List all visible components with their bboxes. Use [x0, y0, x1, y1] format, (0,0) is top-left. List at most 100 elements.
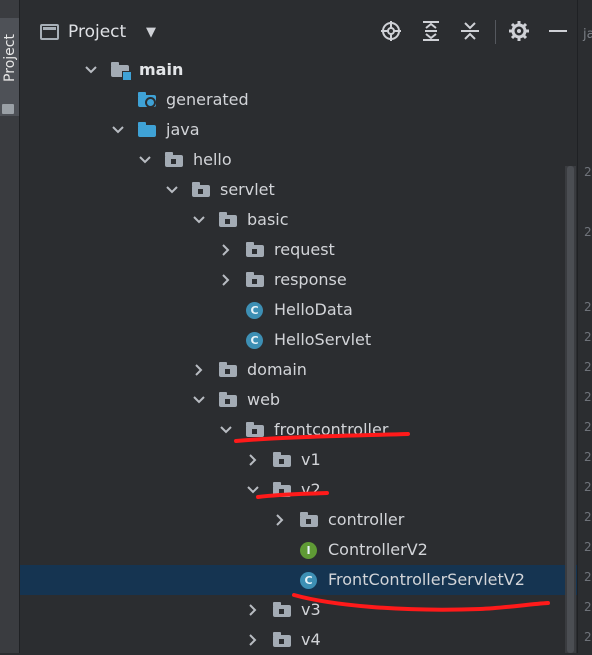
tree-item-label: basic	[247, 210, 289, 229]
source-folder-icon	[137, 122, 157, 138]
tree-item-label: hello	[193, 150, 232, 169]
chevron-right-icon[interactable]	[245, 452, 261, 468]
gutter-line-digit: 2	[584, 420, 592, 434]
gutter-line-digit: 2	[584, 600, 592, 614]
chevron-down-icon[interactable]	[218, 422, 234, 438]
gutter-line-digit: 2	[584, 165, 592, 179]
tree-row-main[interactable]: main	[20, 55, 565, 85]
tree-row-controllerv2[interactable]: I ControllerV2	[20, 535, 565, 565]
tree-item-label: main	[139, 60, 184, 79]
tree-row-v1[interactable]: v1	[20, 445, 565, 475]
folder-shape	[246, 272, 264, 287]
tree-row-request[interactable]: request	[20, 235, 565, 265]
chevron-down-icon[interactable]	[245, 482, 261, 498]
project-panel: Project ▼ main generated java hello serv…	[20, 0, 577, 653]
gutter-line-digit: 2	[584, 360, 592, 374]
chevron-down-icon[interactable]	[137, 152, 153, 168]
folder-shape	[111, 62, 132, 81]
toolbar-separator	[495, 20, 496, 44]
interface-badge: I	[300, 542, 317, 559]
package-icon	[245, 272, 265, 288]
panel-header: Project ▼	[20, 0, 577, 48]
package-icon	[245, 422, 265, 438]
chevron-right-icon[interactable]	[218, 242, 234, 258]
tree-row-servlet[interactable]: servlet	[20, 175, 565, 205]
package-dot	[279, 609, 284, 614]
package-icon	[218, 212, 238, 228]
editor-tab-fragment[interactable]: ja	[583, 27, 592, 42]
class-icon: C	[245, 302, 265, 319]
tree-row-response[interactable]: response	[20, 265, 565, 295]
folder-shape	[138, 92, 156, 108]
chevron-right-icon[interactable]	[191, 362, 207, 378]
chevron-right-icon[interactable]	[245, 602, 261, 618]
package-dot	[225, 399, 230, 404]
tree-row-v3[interactable]: v3	[20, 595, 565, 625]
project-window-icon	[40, 24, 59, 40]
package-dot	[279, 639, 284, 644]
tree-row-basic[interactable]: basic	[20, 205, 565, 235]
chevron-down-icon[interactable]	[191, 392, 207, 408]
folder-shape	[273, 452, 291, 467]
tree-row-frontcontroller[interactable]: frontcontroller	[20, 415, 565, 445]
package-icon	[164, 152, 184, 168]
class-badge: C	[246, 302, 263, 319]
tree-item-label: domain	[247, 360, 307, 379]
expand-all-icon[interactable]	[420, 20, 442, 42]
class-badge: C	[300, 572, 317, 589]
folder-shape	[273, 482, 291, 497]
tree-item-label: HelloData	[274, 300, 353, 319]
chevron-right-icon[interactable]	[272, 512, 288, 528]
package-dot	[279, 459, 284, 464]
tree-item-label: v3	[301, 600, 321, 619]
chevron-down-icon[interactable]	[191, 212, 207, 228]
tree-item-label: v2	[301, 480, 321, 499]
chevron-down-icon[interactable]	[164, 182, 180, 198]
package-icon	[218, 392, 238, 408]
generated-mark	[145, 97, 156, 108]
project-tool-tab[interactable]: Project	[0, 18, 19, 116]
tool-window-strip: Project	[0, 0, 20, 653]
tree-row-v2[interactable]: v2	[20, 475, 565, 505]
folder-shape	[273, 632, 291, 647]
chevron-right-icon[interactable]	[218, 272, 234, 288]
editor-gutter	[577, 0, 592, 653]
gutter-line-digit: 2	[584, 480, 592, 494]
package-icon	[272, 632, 292, 648]
package-dot	[252, 249, 257, 254]
locate-icon[interactable]	[380, 20, 402, 42]
package-dot	[306, 519, 311, 524]
tree-item-label: frontcontroller	[274, 420, 389, 439]
gutter-line-digit: 2	[584, 540, 592, 554]
class-icon: C	[299, 572, 319, 589]
package-dot	[198, 189, 203, 194]
chevron-right-icon[interactable]	[245, 632, 261, 648]
tree-row-hello[interactable]: hello	[20, 145, 565, 175]
tree-row-java[interactable]: java	[20, 115, 565, 145]
tree-row-controller[interactable]: controller	[20, 505, 565, 535]
package-icon	[245, 242, 265, 258]
tree-item-label: v1	[301, 450, 321, 469]
collapse-all-icon[interactable]	[459, 20, 481, 42]
tree-row-generated[interactable]: generated	[20, 85, 565, 115]
package-dot	[252, 279, 257, 284]
tree-row-helloservlet[interactable]: C HelloServlet	[20, 325, 565, 355]
tree-item-label: servlet	[220, 180, 275, 199]
panel-title[interactable]: Project	[68, 22, 126, 42]
tree-row-hellodata[interactable]: C HelloData	[20, 295, 565, 325]
folder-icon	[2, 104, 14, 114]
tree-row-v4[interactable]: v4	[20, 625, 565, 655]
tree-item-label: FrontControllerServletV2	[328, 570, 525, 589]
caret-down-icon[interactable]: ▼	[146, 25, 156, 40]
minimize-icon[interactable]	[547, 20, 569, 42]
tree-item-label: java	[166, 120, 200, 139]
tree-row-web[interactable]: web	[20, 385, 565, 415]
gear-icon[interactable]	[508, 20, 530, 42]
scrollbar-thumb[interactable]	[567, 166, 574, 653]
gutter-line-digit: 2	[584, 570, 592, 584]
tree-row-frontcontrollerservletv2[interactable]: C FrontControllerServletV2	[20, 565, 577, 595]
chevron-down-icon[interactable]	[110, 122, 126, 138]
folder-shape	[219, 362, 237, 377]
chevron-down-icon[interactable]	[83, 62, 99, 78]
tree-row-domain[interactable]: domain	[20, 355, 565, 385]
